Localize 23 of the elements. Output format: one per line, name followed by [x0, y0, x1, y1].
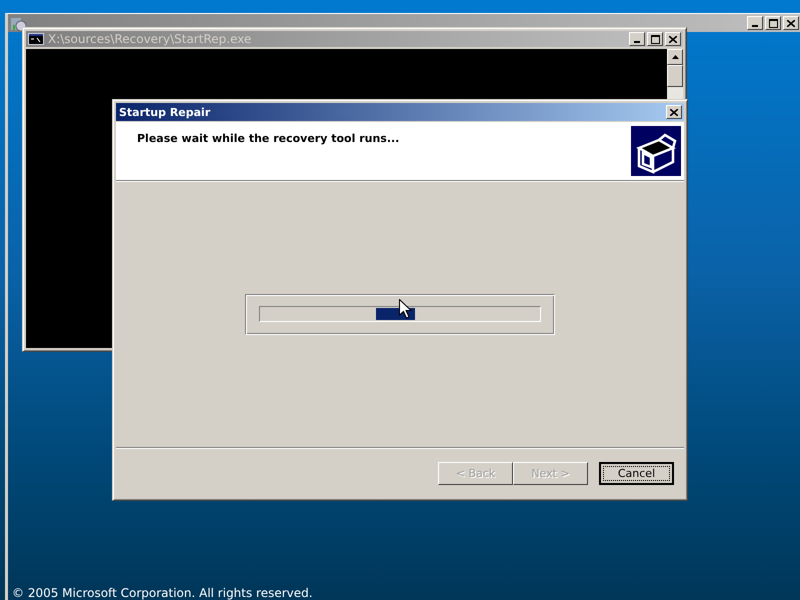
maximize-button[interactable]	[647, 32, 663, 46]
dialog-heading: Please wait while the recovery tool runs...	[137, 132, 400, 145]
cancel-button[interactable]: Cancel	[599, 462, 674, 484]
close-icon	[669, 36, 677, 42]
close-button[interactable]	[783, 16, 799, 30]
window-title: X:\sources\Recovery\StartRep.exe	[48, 32, 252, 46]
minimize-button[interactable]	[629, 32, 645, 46]
cursor-icon	[399, 299, 412, 319]
up-arrow-icon	[672, 55, 678, 59]
scroll-up-button[interactable]	[667, 49, 683, 65]
close-icon	[670, 108, 678, 116]
maximize-button[interactable]	[765, 16, 781, 30]
scroll-thumb[interactable]	[667, 65, 683, 87]
maximize-icon	[650, 34, 660, 44]
computer-icon	[631, 126, 681, 176]
close-button[interactable]	[665, 32, 681, 46]
dialog-title: Startup Repair	[119, 106, 212, 118]
close-icon	[787, 20, 795, 26]
close-button[interactable]	[666, 105, 682, 119]
console-icon	[28, 33, 44, 45]
maximize-icon	[768, 18, 778, 28]
copyright-text: © 2005 Microsoft Corporation. All rights reserved.	[12, 586, 313, 600]
minimize-button[interactable]	[747, 16, 763, 30]
